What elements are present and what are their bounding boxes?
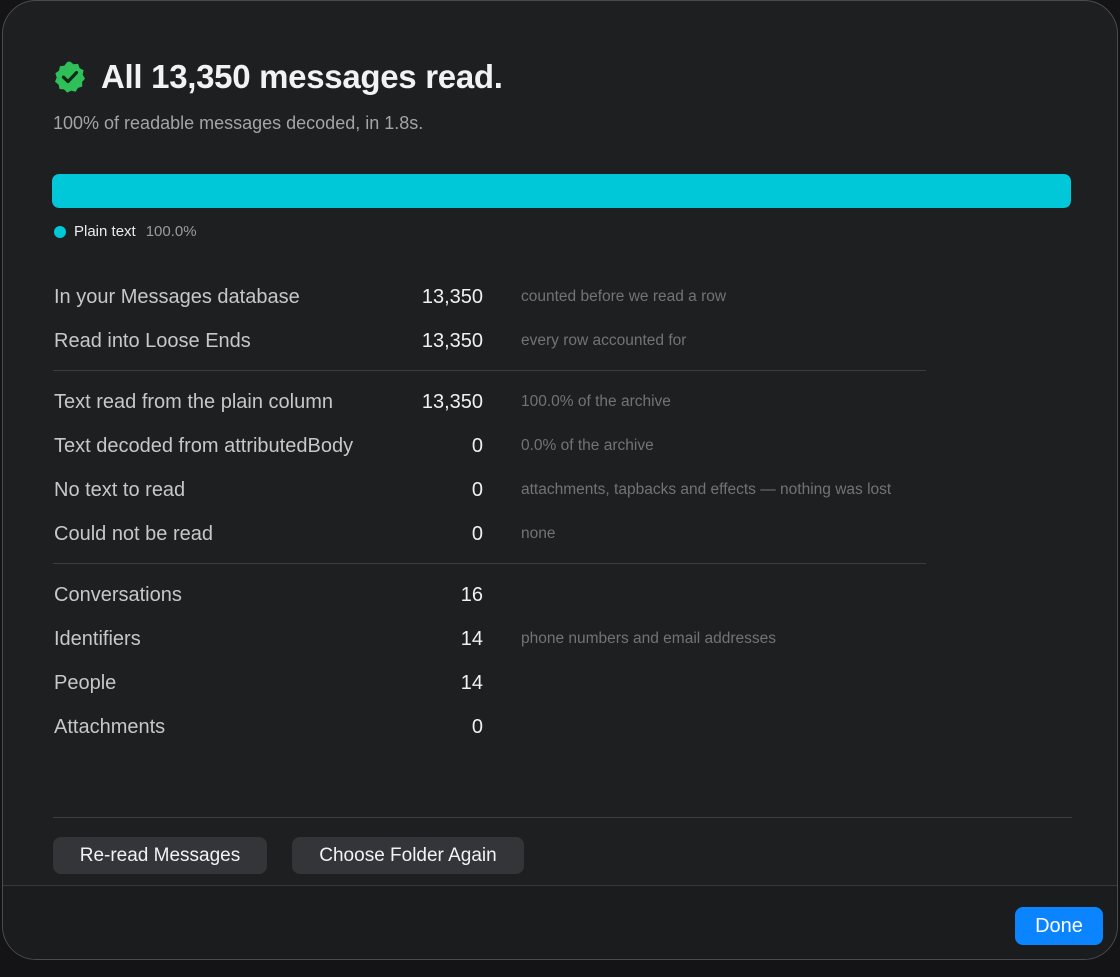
stat-note: phone numbers and email addresses: [521, 630, 777, 647]
stat-label: Conversations: [54, 584, 182, 606]
legend-value: 100.0%: [145, 223, 197, 240]
legend-swatch-plain-text: [54, 225, 66, 238]
stat-note: attachments, tapbacks and effects — noth…: [521, 481, 892, 498]
stat-label: Could not be read: [54, 523, 214, 545]
stat-label: Text read from the plain column: [54, 391, 334, 413]
reread-messages-button[interactable]: Re-read Messages: [53, 837, 267, 874]
stat-value: 13,350: [421, 391, 483, 413]
stat-row: People 14: [53, 661, 926, 705]
stat-note: 0.0% of the archive: [521, 437, 654, 454]
stat-value: 0: [471, 716, 483, 738]
import-summary-dialog: All 13,350 messages read. 100% of readab…: [2, 0, 1118, 960]
stat-label: No text to read: [54, 479, 186, 501]
stat-value: 13,350: [421, 286, 483, 308]
progress-legend: Plain text 100.0%: [54, 223, 197, 240]
stat-label: Text decoded from attributedBody: [54, 435, 354, 457]
actions-divider: [53, 817, 1072, 818]
legend-label: Plain text: [74, 223, 136, 240]
stat-row: In your Messages database 13,350 counted…: [53, 275, 926, 319]
stat-note: none: [521, 525, 556, 542]
done-button[interactable]: Done: [1015, 907, 1103, 945]
stat-value: 0: [471, 523, 483, 545]
stat-value: 14: [460, 672, 483, 694]
stat-row: Conversations 16: [53, 573, 926, 617]
stat-row: Attachments 0: [53, 705, 926, 749]
stat-value: 14: [460, 628, 483, 650]
decode-progress-bar: [52, 174, 1071, 208]
stat-row: Text read from the plain column 13,350 1…: [53, 380, 926, 424]
stat-label: Read into Loose Ends: [54, 330, 251, 352]
stat-row: Could not be read 0 none: [53, 512, 926, 556]
stat-note: counted before we read a row: [521, 288, 727, 305]
dialog-footer: Done: [3, 885, 1117, 959]
stats-divider: [53, 563, 926, 564]
stats-table: In your Messages database 13,350 counted…: [53, 275, 926, 749]
stat-row: Text decoded from attributedBody 0 0.0% …: [53, 424, 926, 468]
stat-note: 100.0% of the archive: [521, 393, 671, 410]
dialog-subtitle: 100% of readable messages decoded, in 1.…: [53, 113, 424, 133]
stat-label: Identifiers: [54, 628, 141, 650]
stat-value: 0: [471, 479, 483, 501]
stat-label: People: [54, 672, 117, 694]
dialog-header: All 13,350 messages read.: [53, 58, 503, 96]
stat-row: No text to read 0 attachments, tapbacks …: [53, 468, 926, 512]
stat-value: 16: [460, 584, 483, 606]
stat-row: Read into Loose Ends 13,350 every row ac…: [53, 319, 926, 363]
dialog-title: All 13,350 messages read.: [101, 58, 503, 95]
choose-folder-again-button[interactable]: Choose Folder Again: [292, 837, 524, 874]
stat-label: In your Messages database: [54, 286, 300, 308]
stat-value: 0: [471, 435, 483, 457]
stat-note: every row accounted for: [521, 332, 687, 349]
stats-divider: [53, 370, 926, 371]
verified-check-badge-icon: [55, 61, 85, 93]
stat-row: Identifiers 14 phone numbers and email a…: [53, 617, 926, 661]
progress-fill-plain-text: [52, 174, 1071, 208]
stat-label: Attachments: [54, 716, 166, 738]
stat-value: 13,350: [421, 330, 483, 352]
